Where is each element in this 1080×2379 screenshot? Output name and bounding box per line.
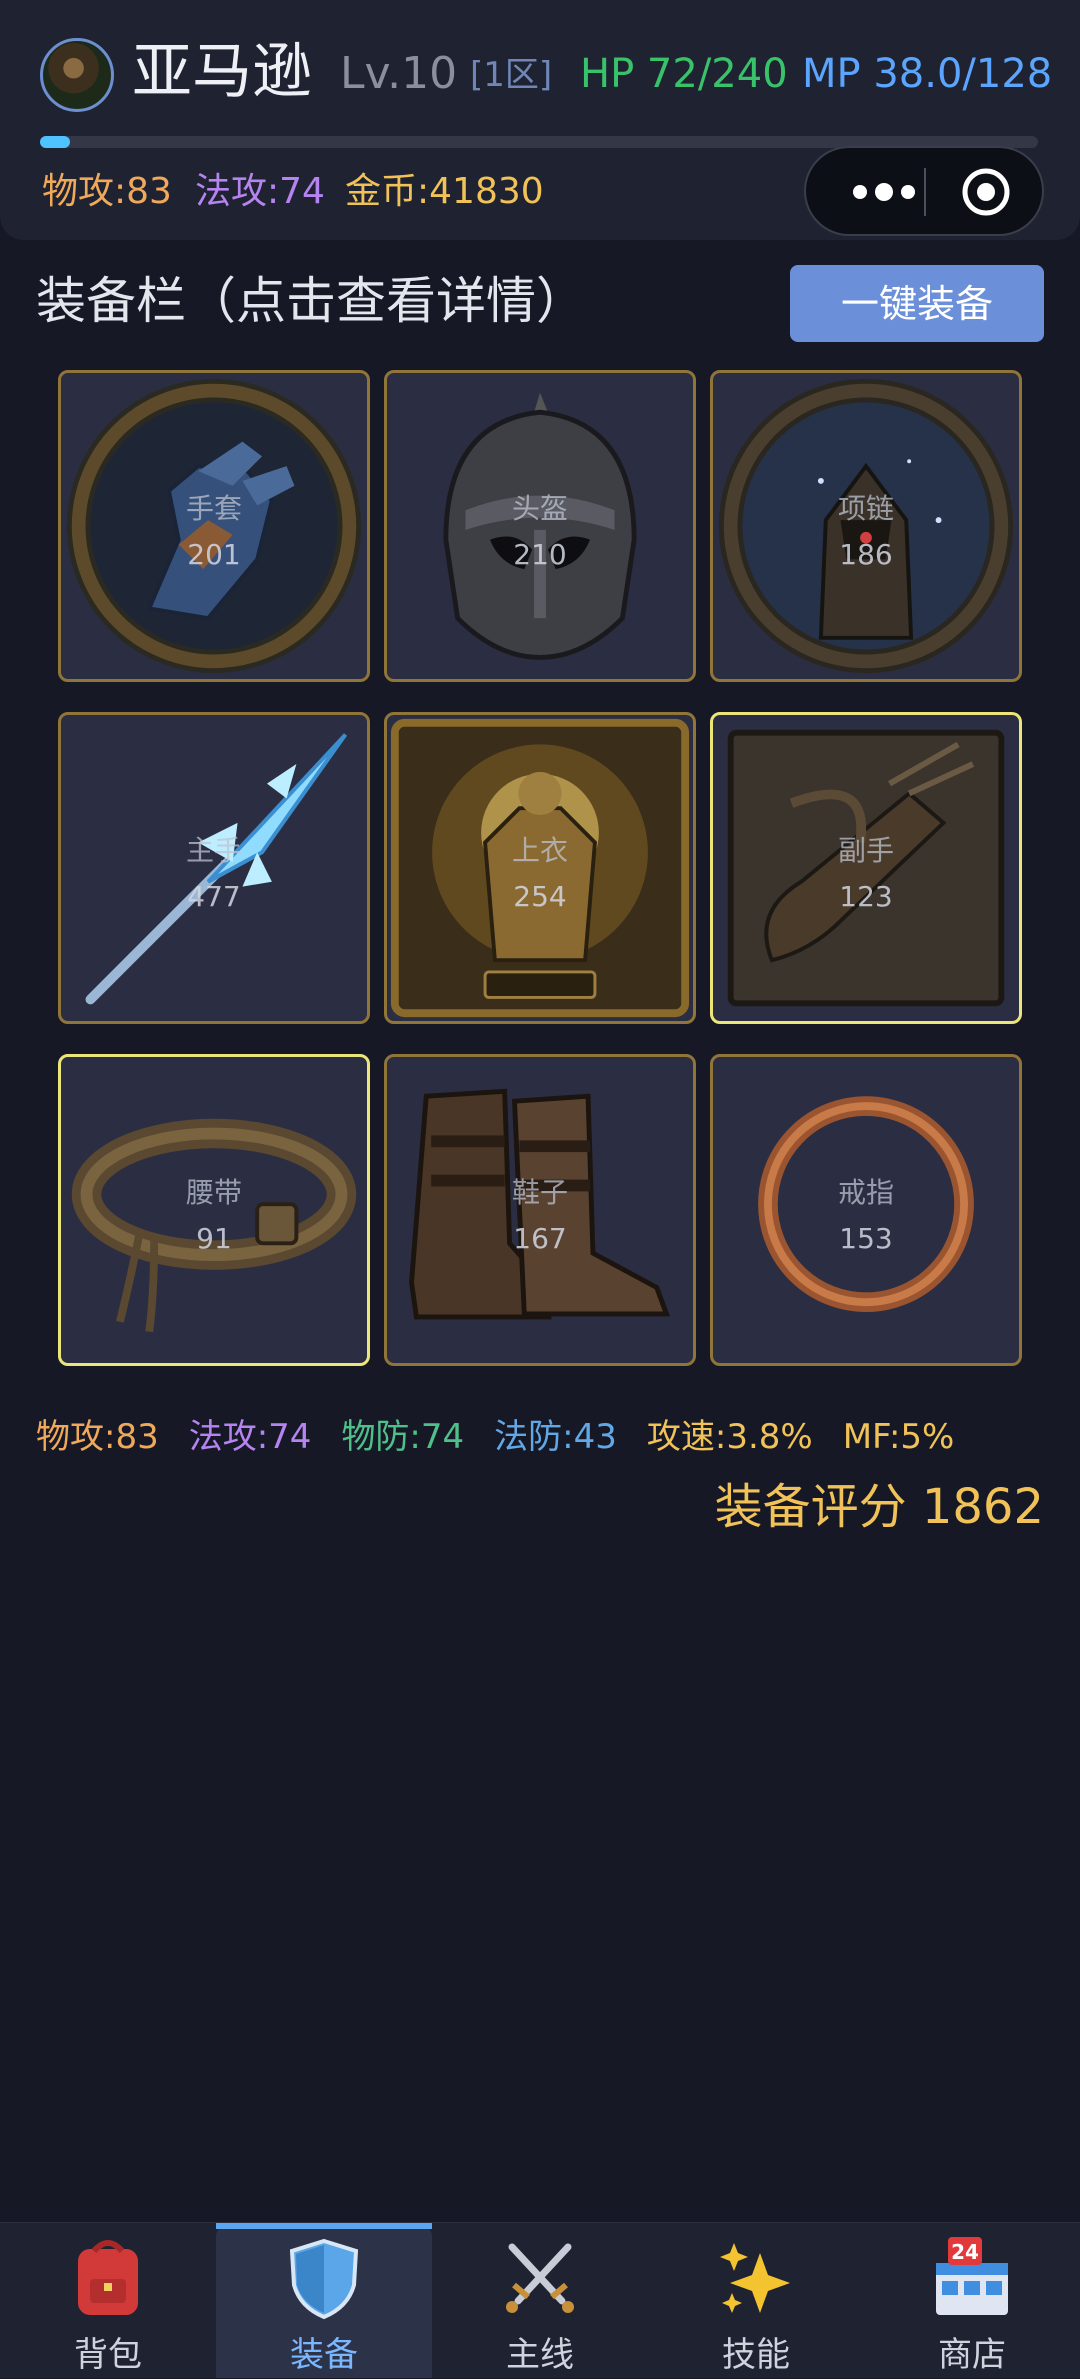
nav-equipment[interactable]: 装备	[216, 2223, 432, 2378]
slot-score: 167	[513, 1222, 567, 1255]
slot-belt[interactable]: 腰带 91	[58, 1054, 370, 1366]
nav-label: 主线	[506, 2335, 574, 2375]
player-level: Lv.10	[340, 48, 458, 99]
store-icon: 24	[936, 2237, 1008, 2315]
nav-label: 背包	[74, 2335, 142, 2375]
slot-label: 上衣	[511, 834, 568, 867]
nav-skills[interactable]: 技能	[648, 2223, 864, 2378]
svg-text:24: 24	[951, 2240, 979, 2264]
nav-label: 商店	[938, 2335, 1006, 2375]
player-name: 亚马逊	[132, 37, 312, 107]
slot-score: 186	[839, 538, 893, 571]
stat-mag-atk: 法攻:74	[188, 1417, 312, 1457]
miniprogram-capsule	[804, 146, 1044, 236]
mp-value: MP 38.0/128	[802, 51, 1053, 97]
nav-label: 装备	[290, 2335, 358, 2375]
backpack-icon	[78, 2240, 138, 2315]
equipment-section-title: 装备栏（点击查看详情）	[36, 272, 586, 330]
slot-label: 主手	[185, 834, 242, 867]
stat-mag-def: 法防:43	[494, 1417, 617, 1457]
equip-all-button[interactable]: 一键装备	[790, 265, 1044, 342]
stat-phys-def: 物防:74	[341, 1417, 465, 1457]
slot-label: 头盔	[511, 492, 568, 525]
equipment-rating: 装备评分 1862	[714, 1479, 1044, 1535]
nav-store[interactable]: 24 商店	[864, 2223, 1080, 2378]
slot-necklace[interactable]: 项链 186	[710, 370, 1022, 682]
target-icon[interactable]	[960, 166, 1012, 218]
slot-score: 254	[513, 880, 567, 913]
slot-label: 副手	[837, 834, 894, 867]
slot-score: 201	[187, 538, 241, 571]
slot-score: 477	[187, 880, 241, 913]
slot-label: 戒指	[837, 1176, 894, 1209]
header-gold: 金币:41830	[345, 171, 544, 212]
slot-score: 210	[513, 538, 567, 571]
stat-phys-atk: 物攻:83	[36, 1417, 159, 1457]
slot-label: 腰带	[185, 1176, 242, 1209]
player-avatar[interactable]	[40, 38, 114, 112]
stat-atk-speed: 攻速:3.8%	[646, 1417, 813, 1457]
header-phys-atk: 物攻:83	[42, 171, 172, 212]
hp-value: HP 72/240	[580, 51, 788, 97]
server-zone: [1区]	[470, 55, 553, 95]
sparkles-icon	[720, 2243, 790, 2313]
bottom-nav: 背包 装备 主线 技能 24 商店	[0, 2222, 1080, 2378]
slot-helmet[interactable]: 头盔 210	[384, 370, 696, 682]
nav-main-quest[interactable]: 主线	[432, 2223, 648, 2378]
slot-armor[interactable]: 上衣 254	[384, 712, 696, 1024]
stats-summary: 物攻:83 法攻:74 物防:74 法防:43 攻速:3.8% MF:5%	[36, 1412, 984, 1462]
slot-label: 鞋子	[511, 1176, 568, 1209]
nav-label: 技能	[722, 2335, 790, 2375]
slot-main-hand[interactable]: 主手 477	[58, 712, 370, 1024]
slot-score: 91	[196, 1222, 232, 1255]
slot-score: 153	[839, 1222, 893, 1255]
slot-score: 123	[839, 880, 893, 913]
nav-backpack[interactable]: 背包	[0, 2223, 216, 2378]
shield-icon	[289, 2238, 359, 2320]
slot-boots[interactable]: 鞋子 167	[384, 1054, 696, 1366]
slot-off-hand[interactable]: 副手 123	[710, 712, 1022, 1024]
slot-ring[interactable]: 戒指 153	[710, 1054, 1022, 1366]
capsule-divider	[924, 168, 926, 216]
more-dots-icon[interactable]	[834, 174, 934, 210]
slot-gloves[interactable]: 手套 201	[58, 370, 370, 682]
player-header: 亚马逊 Lv.10 [1区] HP 72/240 MP 38.0/128 物攻:…	[0, 0, 1080, 240]
stat-mf: MF:5%	[842, 1417, 955, 1457]
xp-bar-fill	[40, 136, 70, 148]
crossed-swords-icon	[506, 2243, 574, 2313]
slot-label: 项链	[837, 492, 894, 525]
header-mag-atk: 法攻:74	[195, 171, 325, 212]
slot-label: 手套	[185, 492, 242, 525]
